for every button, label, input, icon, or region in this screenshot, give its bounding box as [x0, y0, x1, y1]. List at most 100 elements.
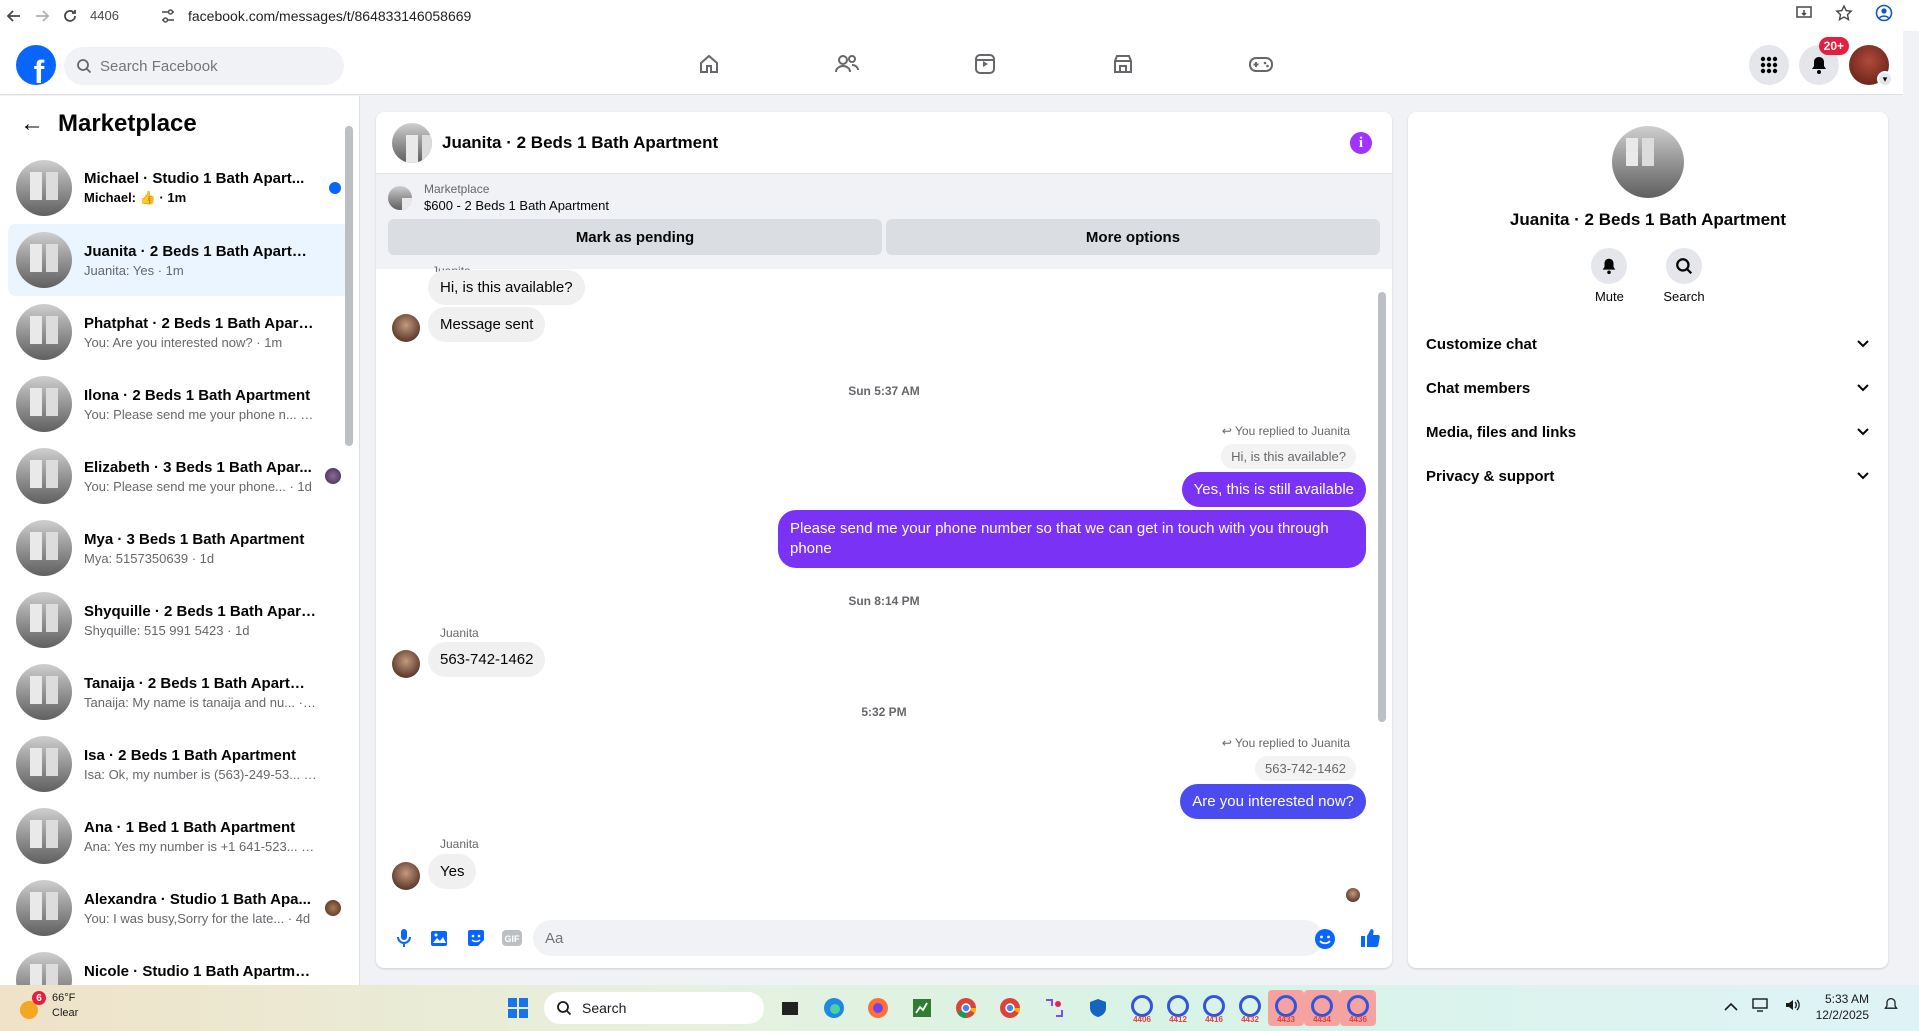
outgoing-message[interactable]: Are you interested now? — [1180, 784, 1366, 819]
browser-instance-icon[interactable]: 4412 — [1160, 990, 1196, 1026]
details-section-toggle[interactable]: Media, files and links — [1416, 410, 1880, 454]
menu-grid-button[interactable] — [1749, 45, 1789, 85]
page-scrollbar[interactable] — [1903, 31, 1919, 985]
browser-instance-icon[interactable]: 4432 — [1232, 990, 1268, 1026]
browser-instance-icon[interactable]: 4406 — [1124, 990, 1160, 1026]
nav-marketplace-tab[interactable] — [1054, 39, 1192, 89]
search-icon — [77, 59, 92, 74]
outgoing-message[interactable]: Please send me your phone number so that… — [778, 510, 1366, 568]
instance-label: 4436 — [1349, 1015, 1367, 1024]
browser-instance-icon[interactable]: 4433 — [1268, 990, 1304, 1026]
sender-avatar[interactable] — [392, 862, 420, 890]
notification-bell-icon[interactable] — [1883, 997, 1899, 1017]
profile-icon[interactable] — [1875, 4, 1893, 26]
mark-as-pending-button[interactable]: Mark as pending — [388, 219, 882, 255]
nav-gaming-tab[interactable] — [1192, 39, 1330, 89]
browser-instance-icon[interactable]: 4436 — [1340, 990, 1376, 1026]
facebook-search-box[interactable] — [64, 47, 344, 85]
quoted-message-row: 563-742-1462 — [1255, 756, 1356, 781]
conversation-item[interactable]: Isa · 2 Beds 1 Bath Apartment Isa: Ok, my… — [8, 728, 351, 800]
task-view-icon[interactable] — [772, 990, 808, 1026]
conversation-item[interactable]: Ilona · 2 Beds 1 Bath Apartment You: Plea… — [8, 368, 351, 440]
install-app-icon[interactable] — [1795, 4, 1813, 26]
taskbar-search[interactable]: Search — [544, 992, 764, 1024]
account-avatar[interactable]: ▾ — [1849, 45, 1893, 87]
browser-instance-icon[interactable]: 4434 — [1304, 990, 1340, 1026]
section-label: Customize chat — [1426, 335, 1537, 353]
microphone-icon[interactable] — [386, 920, 422, 956]
quoted-message[interactable]: 563-742-1462 — [1255, 756, 1356, 781]
volume-icon[interactable] — [1784, 997, 1802, 1017]
incoming-message[interactable]: Yes — [428, 854, 477, 889]
firefox-icon[interactable] — [860, 990, 896, 1026]
sender-avatar[interactable] — [392, 314, 420, 342]
bookmark-star-icon[interactable] — [1835, 4, 1853, 26]
forward-arrow-icon[interactable] — [28, 2, 56, 30]
listing-price-title[interactable]: $600 - 2 Beds 1 Bath Apartment — [424, 198, 609, 213]
network-icon[interactable] — [1751, 997, 1770, 1017]
conversation-item[interactable]: Nicole · Studio 1 Bath ApartmentNicole: … — [8, 944, 351, 985]
instance-label: 4416 — [1205, 1015, 1223, 1024]
more-options-button[interactable]: More options — [886, 219, 1380, 255]
mute-label: Mute — [1594, 289, 1624, 304]
listing-thumbnail[interactable] — [392, 122, 432, 163]
conversation-item[interactable]: Tanaija · 2 Beds 1 Bath Apartment Tanaija… — [8, 656, 351, 728]
system-clock[interactable]: 5:33 AM 12/2/2025 — [1816, 991, 1869, 1023]
conversation-item[interactable]: Juanita · 2 Beds 1 Bath Apartment Juanita… — [8, 224, 351, 296]
reload-icon[interactable] — [56, 2, 84, 30]
back-arrow-icon[interactable]: ← — [20, 110, 44, 138]
photo-icon[interactable] — [422, 920, 458, 956]
conversation-item[interactable]: Phatphat · 2 Beds 1 Bath Apartm... You: A… — [8, 296, 351, 368]
chat-title[interactable]: Juanita · 2 Beds 1 Bath Apartment — [442, 133, 718, 153]
address-bar[interactable]: facebook.com/messages/t/864833146058669 — [160, 4, 471, 27]
conversation-item[interactable]: Ana · 1 Bed 1 Bath Apartment Ana: Yes my … — [8, 800, 351, 872]
chrome-profile-icon[interactable] — [992, 990, 1028, 1026]
details-section-toggle[interactable]: Chat members — [1416, 366, 1880, 410]
windows-start-icon[interactable] — [500, 990, 536, 1026]
conversation-item[interactable]: Mya · 3 Beds 1 Bath Apartment Mya: 515735… — [8, 512, 351, 584]
info-icon[interactable]: i — [1350, 132, 1372, 154]
details-section-toggle[interactable]: Privacy & support — [1416, 454, 1880, 498]
search-in-chat-button[interactable]: Search — [1663, 248, 1705, 304]
search-input[interactable] — [100, 57, 320, 75]
site-settings-icon[interactable] — [160, 8, 176, 24]
listing-thumbnail-large[interactable] — [1612, 126, 1684, 198]
conversation-preview: Shyquille: 515 991 5423 · 1d — [84, 622, 250, 638]
svg-text:GIF: GIF — [505, 934, 521, 944]
chrome-icon[interactable] — [948, 990, 984, 1026]
emoji-icon[interactable] — [1314, 928, 1336, 954]
facebook-logo[interactable]: f — [16, 45, 56, 85]
edge-icon[interactable] — [816, 990, 852, 1026]
spreadsheet-icon[interactable] — [904, 990, 940, 1026]
details-section-toggle[interactable]: Customize chat — [1416, 322, 1880, 366]
message-row: Message sent — [428, 307, 546, 342]
conversation-item[interactable]: Michael · Studio 1 Bath Apart... Michael:… — [8, 152, 351, 224]
chevron-up-icon[interactable] — [1724, 999, 1738, 1016]
gif-icon[interactable]: GIF — [494, 920, 530, 956]
browser-instance-icon[interactable]: 4416 — [1196, 990, 1232, 1026]
back-arrow-icon[interactable] — [0, 2, 28, 30]
incoming-message[interactable]: 563-742-1462 — [428, 642, 546, 677]
thumbs-up-icon[interactable] — [1358, 926, 1382, 954]
sidebar-scrollbar[interactable] — [345, 126, 353, 446]
vpn-shield-icon[interactable] — [1080, 990, 1116, 1026]
mute-button[interactable]: Mute — [1591, 248, 1628, 304]
conversation-item[interactable]: Alexandra · Studio 1 Bath Apa... You: I w… — [8, 872, 351, 944]
message-input[interactable] — [533, 920, 1323, 956]
outgoing-message[interactable]: Yes, this is still available — [1181, 472, 1366, 507]
notifications-button[interactable]: 20+ — [1799, 37, 1849, 85]
incoming-message[interactable]: Message sent — [428, 307, 546, 342]
conversation-item[interactable]: Elizabeth · 3 Beds 1 Bath Apar... You: Pl… — [8, 440, 351, 512]
incoming-message[interactable]: Hi, is this available? — [428, 270, 585, 305]
nav-video-tab[interactable] — [916, 39, 1054, 89]
sender-avatar[interactable] — [392, 650, 420, 678]
snipping-tool-icon[interactable] — [1036, 990, 1072, 1026]
nav-friends-tab[interactable] — [778, 39, 916, 89]
conversation-item[interactable]: Shyquille · 2 Beds 1 Bath Apartm... Shyqu… — [8, 584, 351, 656]
chat-scrollbar[interactable] — [1378, 292, 1386, 722]
sender-name: Juanita — [440, 837, 479, 851]
sticker-icon[interactable] — [458, 920, 494, 956]
weather-widget[interactable]: 6 66°F Clear — [16, 991, 78, 1021]
nav-home-tab[interactable] — [640, 39, 778, 89]
quoted-message[interactable]: Hi, is this available? — [1221, 444, 1356, 469]
